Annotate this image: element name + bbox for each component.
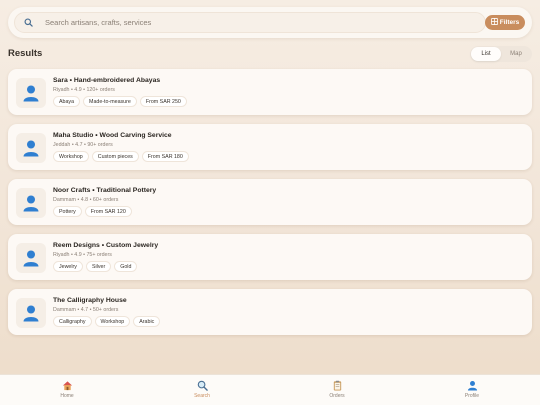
user-icon	[23, 140, 39, 157]
toggle-list[interactable]: List	[471, 47, 501, 61]
avatar	[16, 298, 46, 328]
tag: Pottery	[53, 206, 82, 217]
artisan-card[interactable]: Maha Studio • Wood Carving Service Jedda…	[8, 124, 532, 170]
search-field[interactable]	[14, 12, 486, 33]
user-icon	[23, 85, 39, 102]
nav-label: Profile	[464, 393, 480, 399]
tag: Jewelry	[53, 261, 83, 272]
card-meta: Dammam • 4.8 • 60+ orders	[53, 197, 119, 203]
avatar	[16, 133, 46, 163]
toggle-map[interactable]: Map	[501, 47, 531, 61]
tag: From SAR 180	[141, 151, 189, 162]
tag: Arabic	[133, 316, 161, 327]
avatar	[16, 243, 46, 273]
user-icon	[23, 195, 39, 212]
results-title: Results	[8, 48, 43, 59]
tag: Abaya	[53, 96, 81, 107]
user-icon	[23, 250, 39, 267]
nav-label: Home	[60, 393, 74, 399]
tag-list: Workshop Custom pieces From SAR 180	[53, 151, 189, 162]
card-meta: Riyadh • 4.9 • 120+ orders	[53, 87, 115, 93]
artisan-card[interactable]: Reem Designs • Custom Jewelry Riyadh • 4…	[8, 234, 532, 280]
artisan-card[interactable]: Sara • Hand-embroidered Abayas Riyadh • …	[8, 69, 532, 115]
search-icon	[24, 18, 44, 27]
tag-list: Jewelry Silver Gold	[53, 261, 138, 272]
filters-label: Filters	[499, 19, 520, 26]
tag: Workshop	[53, 151, 89, 162]
tag-list: Abaya Made-to-measure From SAR 250	[53, 96, 187, 107]
card-title: Noor Crafts • Traditional Pottery	[53, 187, 157, 194]
card-title: Sara • Hand-embroidered Abayas	[53, 77, 161, 84]
tag: Made-to-measure	[83, 96, 137, 107]
search-bar: Filters	[8, 7, 532, 38]
tag: Workshop	[94, 316, 131, 327]
clipboard-icon	[333, 380, 341, 391]
card-meta: Dammam • 4.7 • 50+ orders	[53, 307, 119, 313]
tag-list: Calligraphy Workshop Arabic	[53, 316, 161, 327]
avatar	[16, 188, 46, 218]
nav-orders[interactable]: Orders	[307, 380, 367, 399]
filters-button[interactable]: Filters	[485, 15, 525, 30]
view-toggle: List Map	[470, 46, 532, 62]
card-title: Maha Studio • Wood Carving Service	[53, 132, 172, 139]
tag: Gold	[114, 261, 138, 272]
tag-list: Pottery From SAR 120	[53, 206, 132, 217]
bottom-nav: Home Search Orders Profile	[0, 374, 540, 405]
tag: From SAR 250	[139, 96, 187, 107]
search-input[interactable]	[45, 18, 485, 27]
home-icon	[62, 381, 72, 391]
search-icon	[197, 380, 208, 391]
tag: From SAR 120	[84, 206, 132, 217]
nav-profile[interactable]: Profile	[442, 380, 502, 399]
user-icon	[23, 305, 39, 322]
artisan-card[interactable]: Noor Crafts • Traditional Pottery Dammam…	[8, 179, 532, 225]
card-meta: Jeddah • 4.7 • 90+ orders	[53, 142, 113, 148]
filter-grid-icon	[490, 18, 498, 27]
user-icon	[467, 381, 477, 391]
card-title: The Calligraphy House	[53, 297, 127, 304]
card-title: Reem Designs • Custom Jewelry	[53, 242, 159, 249]
tag: Calligraphy	[53, 316, 92, 327]
nav-label: Orders	[329, 393, 345, 399]
avatar	[16, 78, 46, 108]
nav-label: Search	[194, 393, 210, 399]
nav-home[interactable]: Home	[37, 380, 97, 399]
artisan-card[interactable]: The Calligraphy House Dammam • 4.7 • 50+…	[8, 289, 532, 335]
tag: Silver	[85, 261, 112, 272]
card-meta: Riyadh • 4.9 • 75+ orders	[53, 252, 112, 258]
tag: Custom pieces	[91, 151, 139, 162]
nav-search[interactable]: Search	[172, 380, 232, 399]
